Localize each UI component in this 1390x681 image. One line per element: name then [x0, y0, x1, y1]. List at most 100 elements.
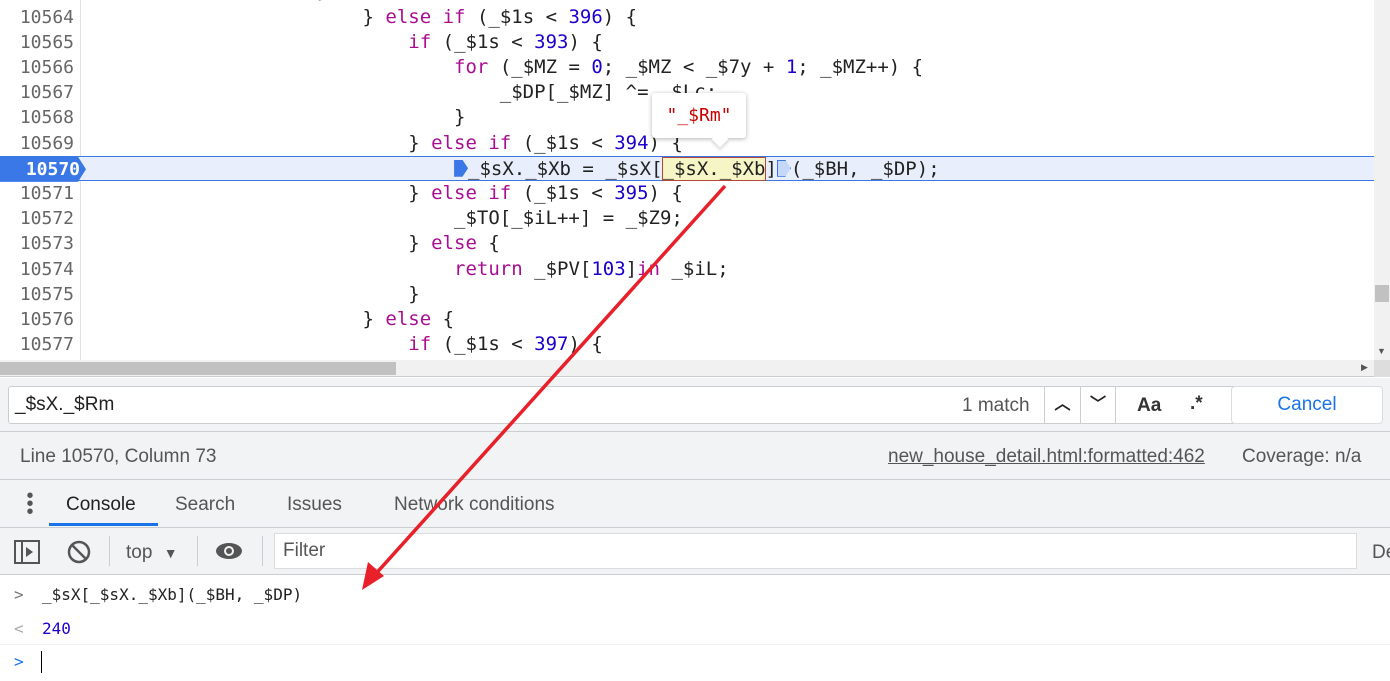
drawer-tabs: • • • Console Search Issues Network condit…	[0, 480, 1390, 528]
code-line[interactable]: 10577 if (_$1s < 397) {	[0, 332, 1374, 357]
text-caret	[41, 651, 42, 673]
line-number[interactable]: 10573	[0, 231, 74, 256]
code-line[interactable]: 10571 } else if (_$1s < 395) {	[0, 181, 1374, 206]
scroll-right-arrow-icon[interactable]: ▶	[1361, 362, 1368, 373]
code-token: _$DP[_$MZ] ^= _$Lc;	[88, 81, 718, 104]
code-token: {	[476, 232, 500, 255]
code-text: }	[88, 282, 420, 307]
line-number[interactable]: 10574	[0, 257, 74, 282]
scrollbar-corner	[1374, 360, 1390, 377]
code-line[interactable]: 10573 } else {	[0, 231, 1374, 256]
code-token: ) {	[568, 30, 603, 53]
line-number[interactable]: 10576	[0, 307, 74, 332]
next-match-button[interactable]: ﹀	[1080, 386, 1116, 424]
prompt-chevron-icon: >	[14, 652, 24, 671]
code-token: ; _$MZ++) {	[797, 55, 924, 78]
tab-network-conditions[interactable]: Network conditions	[394, 494, 555, 516]
code-token: (_$BH, _$DP);	[790, 157, 940, 180]
console-output[interactable]: > _$sX[_$sX._$Xb](_$BH, _$DP) < 240 >	[0, 575, 1390, 681]
code-line[interactable]: 10565 if (_$1s < 393) {	[0, 30, 1374, 55]
eye-icon[interactable]	[215, 541, 243, 561]
code-token: }	[88, 181, 432, 204]
code-line[interactable]: 10564 } else if (_$1s < 396) {	[0, 5, 1374, 30]
vertical-scrollbar[interactable]	[1374, 0, 1390, 360]
context-selector[interactable]: top ▼	[126, 542, 178, 564]
cancel-button[interactable]: Cancel	[1231, 386, 1383, 424]
coverage-status: Coverage: n/a	[1242, 446, 1362, 467]
line-number[interactable]: 10566	[0, 55, 74, 80]
console-prompt[interactable]: >	[0, 645, 1390, 678]
chevron-up-icon: ︿	[1054, 396, 1071, 413]
tab-issues[interactable]: Issues	[287, 494, 342, 516]
console-input-entry: > _$sX[_$sX._$Xb](_$BH, _$DP)	[0, 578, 1390, 611]
inline-breakpoint-icon[interactable]	[776, 159, 791, 177]
match-case-button[interactable]: Aa	[1137, 395, 1161, 417]
code-token: 0	[591, 55, 603, 78]
code-line[interactable]: 10572 _$TO[_$iL++] = _$Z9;	[0, 206, 1374, 231]
match-count: 1 match	[962, 395, 1030, 416]
divider	[197, 536, 198, 566]
code-token: {	[431, 307, 455, 330]
code-line[interactable]: 10574 return _$PV[103]in _$iL;	[0, 257, 1374, 282]
code-token: (_$1s <	[465, 5, 569, 28]
code-line[interactable]: 10570 _$sX._$Xb = _$sX[_$sX._$Xb] (_$BH, …	[0, 155, 1374, 182]
code-line[interactable]: 10576 } else {	[0, 307, 1374, 332]
result-chevron-icon: <	[14, 619, 24, 638]
line-number[interactable]: 10569	[0, 131, 74, 156]
code-token: }	[88, 307, 386, 330]
sidebar-toggle-icon[interactable]	[14, 540, 40, 564]
line-number[interactable]: 10577	[0, 332, 74, 357]
code-token: return	[454, 257, 523, 280]
code-token: else if	[385, 5, 466, 28]
cursor-position: Line 10570, Column 73	[20, 446, 217, 467]
code-line[interactable]: 10566 for (_$MZ = 0; _$MZ < _$7y + 1; _$…	[0, 55, 1374, 80]
horizontal-scroll-thumb[interactable]	[0, 362, 396, 375]
line-number[interactable]: 10565	[0, 30, 74, 55]
code-token: 1	[785, 55, 798, 78]
code-token: }	[88, 0, 328, 2]
previous-match-button[interactable]: ︿	[1044, 386, 1080, 424]
clear-console-icon[interactable]	[67, 540, 91, 564]
code-text: } else {	[88, 307, 455, 332]
regex-button[interactable]: .*	[1190, 393, 1203, 415]
vertical-scroll-thumb[interactable]	[1375, 285, 1389, 302]
chevron-down-icon: ﹀	[1089, 396, 1106, 413]
code-text: } else {	[88, 231, 500, 256]
code-text: if (_$1s < 393) {	[88, 30, 603, 55]
log-levels-dropdown[interactable]: De	[1372, 542, 1390, 564]
context-label: top	[126, 542, 153, 563]
status-bar: Line 10570, Column 73 new_house_detail.h…	[0, 432, 1390, 480]
console-command: _$sX[_$sX._$Xb](_$BH, _$DP)	[42, 585, 303, 604]
code-token: ]	[625, 257, 638, 280]
line-number[interactable]: 10567	[0, 80, 74, 105]
code-text: _$TO[_$iL++] = _$Z9;	[88, 206, 683, 231]
line-number[interactable]: 10571	[0, 181, 74, 206]
code-token: }	[88, 282, 420, 305]
code-line[interactable]: 10575 }	[0, 282, 1374, 307]
hover-value-tooltip: "_$Rm"	[652, 93, 746, 138]
tab-search[interactable]: Search	[175, 494, 235, 516]
code-text: _$DP[_$MZ] ^= _$Lc;	[88, 80, 717, 105]
code-token: _$sX._$Xb = _$sX[	[468, 157, 663, 180]
active-tab-indicator	[49, 523, 158, 526]
console-result-value: 240	[42, 619, 71, 638]
line-number[interactable]: 10568	[0, 105, 74, 130]
code-token: (_$1s <	[511, 181, 615, 204]
line-number[interactable]: 10575	[0, 282, 74, 307]
source-editor[interactable]: 10563 }10564 } else if (_$1s < 396) {105…	[0, 0, 1374, 360]
code-token: }	[88, 5, 386, 28]
code-token: }	[88, 232, 432, 255]
line-number[interactable]: 10564	[0, 5, 74, 30]
scroll-down-arrow-icon[interactable]: ▼	[1377, 346, 1386, 356]
line-number[interactable]: 10570	[0, 156, 86, 182]
breakpoint-marker-icon[interactable]	[454, 159, 469, 177]
console-filter-input[interactable]: Filter	[274, 533, 1357, 569]
line-number[interactable]: 10572	[0, 206, 74, 231]
more-options-icon[interactable]: • • •	[24, 486, 36, 522]
tab-console[interactable]: Console	[66, 494, 136, 516]
source-file-link[interactable]: new_house_detail.html:formatted:462	[888, 446, 1205, 468]
